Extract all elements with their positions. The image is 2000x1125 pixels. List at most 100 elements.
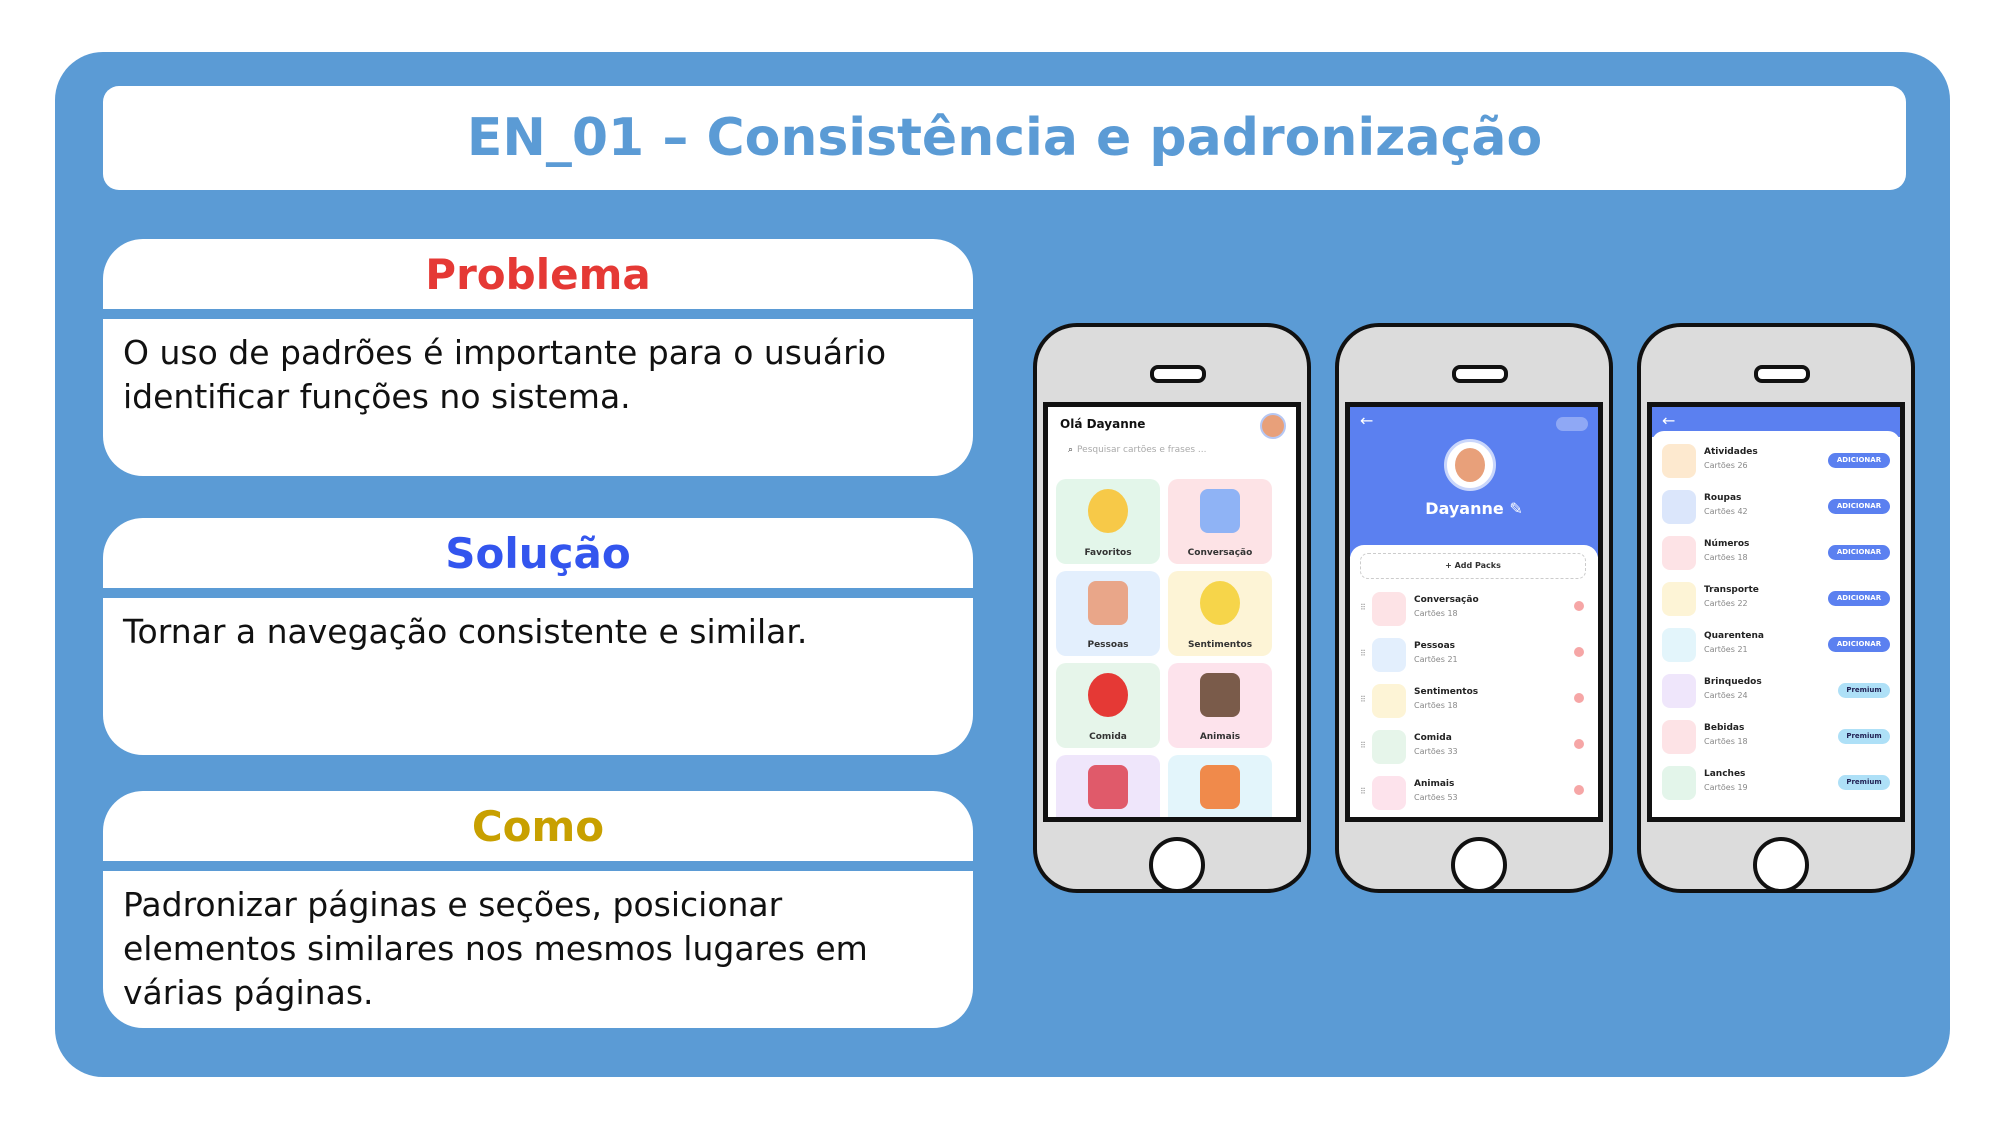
add-pack-button[interactable]: ADICIONAR [1828, 453, 1890, 468]
premium-badge[interactable]: Premium [1838, 775, 1890, 790]
drag-handle-icon[interactable]: ⠿ [1360, 741, 1366, 750]
pack-name: Transporte [1704, 585, 1759, 595]
avatar[interactable] [1260, 413, 1286, 439]
store-list-item: Quarentena Cartões 21 ADICIONAR [1652, 625, 1900, 665]
add-pack-button[interactable]: ADICIONAR [1828, 499, 1890, 514]
category-tile[interactable]: Conversação [1168, 479, 1272, 564]
category-tile-label: Favoritos [1084, 548, 1132, 558]
remove-icon[interactable] [1574, 693, 1584, 703]
search-placeholder: Pesquisar cartões e frases ... [1077, 445, 1207, 455]
pack-thumbnail [1372, 592, 1406, 626]
drag-handle-icon[interactable]: ⠿ [1360, 649, 1366, 658]
pack-list-item[interactable]: ⠿ Animais Cartões 53 [1350, 773, 1598, 813]
phone-speaker [1452, 365, 1508, 383]
remove-icon[interactable] [1574, 601, 1584, 611]
pack-count: Cartões 18 [1414, 701, 1458, 710]
pack-count: Cartões 53 [1414, 793, 1458, 802]
pack-name: Lanches [1704, 769, 1746, 779]
pack-list-sheet: + Add Packs ⠿ Conversação Cartões 18 ⠿ Pesso… [1350, 545, 1598, 817]
back-arrow-icon[interactable]: ← [1662, 411, 1675, 430]
remove-icon[interactable] [1574, 785, 1584, 795]
pack-thumbnail [1372, 638, 1406, 672]
home-button[interactable] [1753, 837, 1809, 893]
category-tile-label: Sentimentos [1187, 640, 1253, 650]
pack-count: Cartões 26 [1704, 461, 1748, 470]
add-pack-button[interactable]: ADICIONAR [1828, 591, 1890, 606]
card-divider [103, 861, 973, 871]
phone-speaker [1754, 365, 1810, 383]
phone-screen-store: ← Atividades Cartões 26 ADICIONAR Roupas Car… [1647, 402, 1905, 822]
add-pack-button[interactable]: ADICIONAR [1828, 637, 1890, 652]
home-button[interactable] [1149, 837, 1205, 893]
store-list-item: Atividades Cartões 26 ADICIONAR [1652, 441, 1900, 481]
back-arrow-icon[interactable]: ← [1360, 411, 1373, 430]
drag-handle-icon[interactable]: ⠿ [1360, 603, 1366, 612]
category-tile-label: Animais [1199, 732, 1241, 742]
pack-name: Bebidas [1704, 723, 1745, 733]
remove-icon[interactable] [1574, 739, 1584, 749]
card-como: Como Padronizar páginas e seções, posici… [103, 791, 973, 1028]
phone-mockup-home: Olá Dayanne ⌕ Pesquisar cartões e frases … [1033, 323, 1311, 893]
premium-badge[interactable]: Premium [1838, 729, 1890, 744]
pack-count: Cartões 21 [1414, 655, 1458, 664]
search-input[interactable]: ⌕ Pesquisar cartões e frases ... [1068, 445, 1207, 455]
pack-thumbnail [1662, 444, 1696, 478]
card-problema: Problema O uso de padrões é importante p… [103, 239, 973, 476]
category-tile[interactable]: Animais [1168, 663, 1272, 748]
pack-list-item[interactable]: ⠿ Sentimentos Cartões 18 [1350, 681, 1598, 721]
pack-name: Números [1704, 539, 1750, 549]
card-problema-heading: Problema [425, 249, 651, 299]
pack-thumbnail [1662, 490, 1696, 524]
emoji-icon [1200, 581, 1240, 625]
pack-count: Cartões 18 [1704, 737, 1748, 746]
chat-icon [1200, 489, 1240, 533]
card-problema-body: O uso de padrões é importante para o usu… [123, 333, 887, 416]
premium-badge[interactable]: Premium [1838, 683, 1890, 698]
store-list-item: Bebidas Cartões 18 Premium [1652, 717, 1900, 757]
store-list-item: Transporte Cartões 22 ADICIONAR [1652, 579, 1900, 619]
drag-handle-icon[interactable]: ⠿ [1360, 787, 1366, 796]
add-pack-button[interactable]: ADICIONAR [1828, 545, 1890, 560]
remove-icon[interactable] [1574, 647, 1584, 657]
category-tile[interactable]: Pessoas [1056, 571, 1160, 656]
pack-list-item[interactable]: ⠿ Conversação Cartões 18 [1350, 589, 1598, 629]
pack-list-item[interactable]: ⠿ Pessoas Cartões 21 [1350, 635, 1598, 675]
category-tile[interactable] [1056, 755, 1160, 817]
phone-mockup-store: ← Atividades Cartões 26 ADICIONAR Roupas Car… [1637, 323, 1915, 893]
pack-count: Cartões 33 [1414, 747, 1458, 756]
pack-name: Comida [1414, 733, 1452, 743]
category-tile-label: Comida [1089, 732, 1127, 742]
pack-count: Cartões 24 [1704, 691, 1748, 700]
add-packs-button[interactable]: + Add Packs [1360, 553, 1586, 579]
pack-thumbnail [1662, 674, 1696, 708]
pack-name: Quarentena [1704, 631, 1764, 641]
store-list-item: Números Cartões 18 ADICIONAR [1652, 533, 1900, 573]
people-icon [1088, 581, 1128, 625]
title-box: EN_01 – Consistência e padronização [103, 86, 1906, 190]
edit-pencil-icon[interactable]: ✎ [1509, 499, 1522, 518]
check-toggle[interactable] [1556, 417, 1588, 431]
pack-name: Conversação [1414, 595, 1479, 605]
category-tile-label: Pessoas [1087, 640, 1129, 650]
home-button[interactable] [1451, 837, 1507, 893]
category-tile[interactable]: Favoritos [1056, 479, 1160, 564]
pack-list-item[interactable]: ⠿ Comida Cartões 33 [1350, 727, 1598, 767]
pack-thumbnail [1372, 776, 1406, 810]
category-tile[interactable]: Sentimentos [1168, 571, 1272, 656]
phone-screen-profile: ← Dayanne ✎ + Add Packs ⠿ Conversação Cart… [1345, 402, 1603, 822]
store-list-item: Brinquedos Cartões 24 Premium [1652, 671, 1900, 711]
phone-mockup-profile: ← Dayanne ✎ + Add Packs ⠿ Conversação Cart… [1335, 323, 1613, 893]
apple-icon [1088, 673, 1128, 717]
pack-thumbnail [1372, 730, 1406, 764]
pack-count: Cartões 18 [1414, 609, 1458, 618]
search-icon: ⌕ [1068, 445, 1074, 455]
card-como-heading: Como [471, 801, 605, 851]
drag-handle-icon[interactable]: ⠿ [1360, 695, 1366, 704]
phone-screen-home: Olá Dayanne ⌕ Pesquisar cartões e frases … [1043, 402, 1301, 822]
pack-count: Cartões 22 [1704, 599, 1748, 608]
category-tile[interactable]: Comida [1056, 663, 1160, 748]
category-tile[interactable] [1168, 755, 1272, 817]
pack-thumbnail [1662, 536, 1696, 570]
pack-count: Cartões 21 [1704, 645, 1748, 654]
book-icon [1088, 765, 1128, 809]
